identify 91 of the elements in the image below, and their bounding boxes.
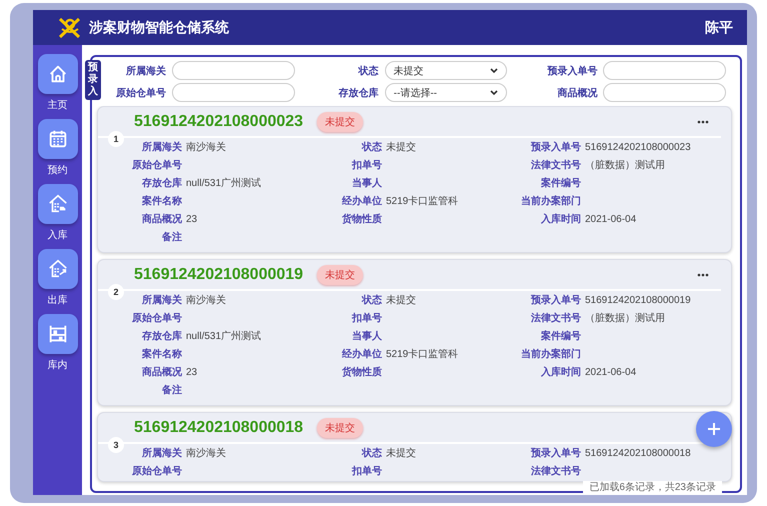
field-label: 案件名称 xyxy=(141,347,182,362)
field-label: 当事人 xyxy=(351,330,382,344)
field-label: 案件名称 xyxy=(141,194,182,209)
field-label: 原始仓单号 xyxy=(131,464,182,479)
chevron-down-icon xyxy=(490,90,498,96)
filter-label: 存放仓库 xyxy=(338,86,379,100)
field-label: 原始仓单号 xyxy=(131,312,182,326)
chevron-down-icon xyxy=(490,68,498,74)
field-label: 备注 xyxy=(161,383,182,398)
field-label: 货物性质 xyxy=(341,366,382,380)
field-label: 经办单位 xyxy=(340,194,382,209)
field-label: 入库时间 xyxy=(540,212,581,227)
field-label: 扣单号 xyxy=(350,158,382,173)
field-value: 2021-06-04 xyxy=(585,213,636,227)
field-label: 存放仓库 xyxy=(141,329,182,344)
status-badge: 未提交 xyxy=(317,264,364,284)
field-value: 5169124202108000018 xyxy=(585,447,691,461)
field-value: 23 xyxy=(186,213,198,227)
building-icon xyxy=(46,193,68,215)
field-label: 案件编号 xyxy=(540,329,581,344)
field-label: 当前办案部门 xyxy=(520,194,581,209)
field-label: 经办单位 xyxy=(340,348,382,362)
filter-label: 状态 xyxy=(358,64,379,78)
select-field[interactable]: 未提交 xyxy=(384,61,508,80)
input-field[interactable] xyxy=(172,61,295,80)
index-badge: 2 xyxy=(108,284,124,300)
record-card[interactable]: 5169124202108000023 未提交 1 所属海关 南沙海关 状态 未提交 预录入单号 5169124202108000023 原始仓单号 扣单号 法律文书号 （脏数据）测试用 存放仓库 null/531广州测试 当事人 案件编号 案件名称 经办单位 5219卡口监管科 当前办案部门 商品概况 23 货物性质 入库时间 2021-06-04 备注 xyxy=(97,106,732,253)
side-tab[interactable]: 预录入 xyxy=(85,60,101,100)
record-card[interactable]: 5169124202108000018 未提交 3 所属海关 南沙海关 状态 未提交 预录入单号 5169124202108000018 原始仓单号 扣单号 法律文书号 xyxy=(97,412,732,482)
field-label: 法律文书号 xyxy=(530,464,581,479)
filter-label: 商品概况 xyxy=(557,86,598,100)
status-badge: 未提交 xyxy=(317,112,364,132)
field-value: 5169124202108000019 xyxy=(585,294,691,308)
field-value: （脏数据）测试用 xyxy=(585,312,665,326)
field-label: 预录入单号 xyxy=(530,446,581,461)
filter-label: 原始仓单号 xyxy=(116,86,166,100)
app-title: 涉案财物智能仓储系统 xyxy=(89,18,230,36)
field-label: 预录入单号 xyxy=(530,294,581,308)
field-label: 当事人 xyxy=(351,176,382,191)
load-status: 已加载6条记录，共23条记录 xyxy=(583,481,722,495)
building-arrow-icon xyxy=(46,258,68,280)
field-value: null/531广州测试 xyxy=(186,330,262,344)
record-number: 5169124202108000019 xyxy=(134,266,304,284)
select-field[interactable]: --请选择-- xyxy=(384,83,508,102)
field-value: （脏数据）测试用 xyxy=(585,158,665,173)
field-value: 23 xyxy=(186,366,198,380)
field-value: 南沙海关 xyxy=(186,294,226,308)
field-label: 状态 xyxy=(360,140,382,155)
field-label: 状态 xyxy=(360,446,382,461)
input-field[interactable] xyxy=(172,83,295,102)
field-value: 南沙海关 xyxy=(186,140,226,155)
field-label: 所属海关 xyxy=(141,140,182,155)
field-label: 法律文书号 xyxy=(530,312,581,326)
field-value: 未提交 xyxy=(386,446,416,461)
index-badge: 1 xyxy=(108,131,124,147)
field-label: 货物性质 xyxy=(341,212,382,227)
record-number: 5169124202108000018 xyxy=(134,418,304,436)
plus-icon xyxy=(707,422,721,436)
field-label: 所属海关 xyxy=(141,294,182,308)
field-label: 状态 xyxy=(360,294,382,308)
more-icon[interactable] xyxy=(697,120,709,124)
field-label: 备注 xyxy=(161,230,182,245)
field-value: 5219卡口监管科 xyxy=(386,348,458,362)
field-value: null/531广州测试 xyxy=(186,176,262,191)
record-card[interactable]: 5169124202108000019 未提交 2 所属海关 南沙海关 状态 未提交 预录入单号 5169124202108000019 原始仓单号 扣单号 法律文书号 （脏数据）测试用 存放仓库 null/531广州测试 当事人 案件编号 案件名称 经办单位 5219卡口监管科 当前办案部门 商品概况 23 货物性质 入库时间 2021-06-04 备注 xyxy=(97,259,732,406)
more-icon[interactable] xyxy=(697,272,709,276)
input-field[interactable] xyxy=(603,83,726,102)
filter-label: 预录入单号 xyxy=(547,64,598,78)
filter-label: 所属海关 xyxy=(126,64,166,78)
field-value: 2021-06-04 xyxy=(585,366,636,380)
field-value: 未提交 xyxy=(386,140,416,155)
input-field[interactable] xyxy=(603,61,726,80)
record-number: 5169124202108000023 xyxy=(134,112,304,130)
field-label: 当前办案部门 xyxy=(520,347,581,362)
field-value: 南沙海关 xyxy=(186,446,226,461)
field-label: 存放仓库 xyxy=(141,176,182,191)
field-label: 扣单号 xyxy=(350,464,382,479)
field-label: 商品概况 xyxy=(141,212,182,227)
field-value: 未提交 xyxy=(386,294,416,308)
field-label: 案件编号 xyxy=(540,176,581,191)
user-name: 陈平 xyxy=(705,18,733,36)
field-label: 法律文书号 xyxy=(530,158,581,173)
index-badge: 3 xyxy=(108,437,124,453)
field-value: 5169124202108000023 xyxy=(585,141,691,155)
field-label: 预录入单号 xyxy=(530,140,581,155)
field-label: 原始仓单号 xyxy=(131,158,182,173)
field-label: 扣单号 xyxy=(350,312,382,326)
field-label: 入库时间 xyxy=(540,365,581,380)
field-label: 商品概况 xyxy=(141,365,182,380)
status-badge: 未提交 xyxy=(317,418,364,438)
field-value: 5219卡口监管科 xyxy=(386,194,458,209)
